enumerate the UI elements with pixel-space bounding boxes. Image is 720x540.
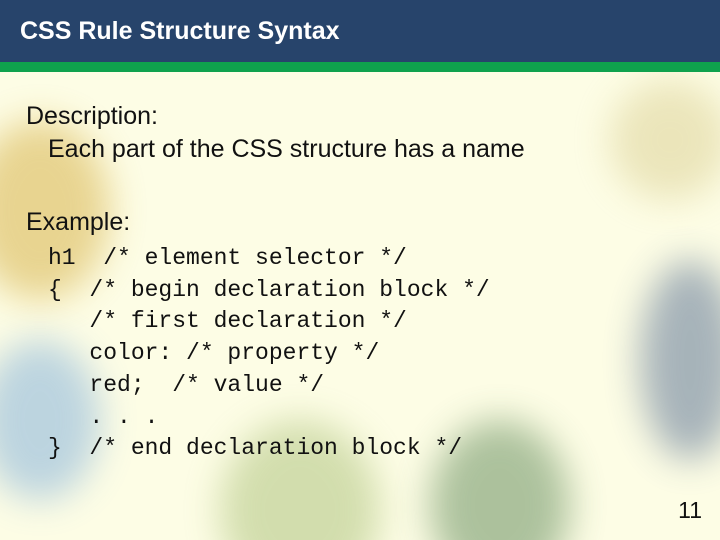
code-line: h1 /* element selector */ [48, 245, 407, 271]
code-line: . . . [48, 404, 158, 430]
accent-stripe [0, 62, 720, 72]
code-line: color: /* property */ [48, 340, 379, 366]
code-line: red; /* value */ [48, 372, 324, 398]
slide-title: CSS Rule Structure Syntax [20, 17, 340, 46]
page-number: 11 [678, 497, 702, 524]
slide: CSS Rule Structure Syntax Description: E… [0, 0, 720, 540]
description-label: Description: [26, 102, 720, 131]
code-block: h1 /* element selector */ { /* begin dec… [26, 243, 720, 465]
code-line: } /* end declaration block */ [48, 435, 462, 461]
code-line: { /* begin declaration block */ [48, 277, 490, 303]
description-text: Each part of the CSS structure has a nam… [26, 135, 720, 164]
example-label: Example: [26, 208, 720, 237]
content-area: Description: Each part of the CSS struct… [0, 72, 720, 465]
code-line: /* first declaration */ [48, 308, 407, 334]
title-bar: CSS Rule Structure Syntax [0, 0, 720, 62]
